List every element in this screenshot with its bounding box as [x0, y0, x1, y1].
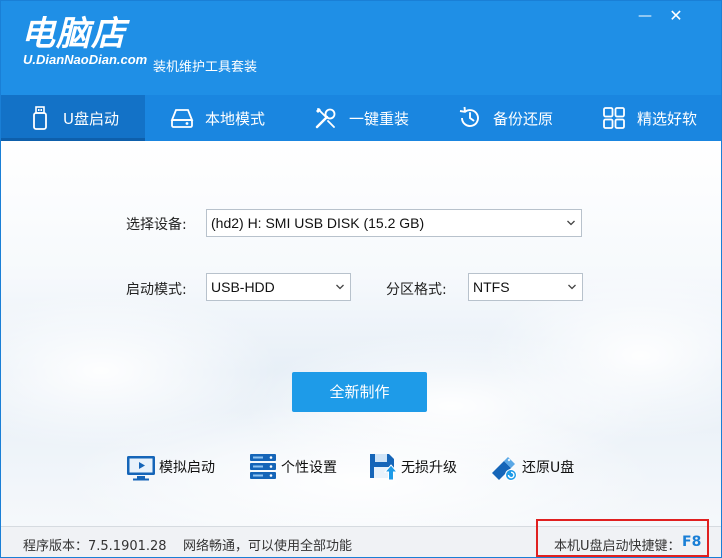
- server-settings-icon: [247, 451, 279, 483]
- usb-restore-icon: [488, 451, 520, 483]
- tool-label: 个性设置: [281, 460, 337, 476]
- hotkey-highlight-box: [536, 519, 709, 557]
- nav-tab-label: 精选好软: [636, 109, 697, 128]
- floppy-upgrade-icon: [367, 451, 399, 483]
- suite-title: 装机维护工具套装: [153, 60, 258, 75]
- create-new-button[interactable]: 全新制作: [292, 372, 427, 412]
- partition-format-select-value: NTFS: [473, 279, 510, 295]
- device-label: 选择设备:: [126, 217, 187, 233]
- nav-tab-label: 一键重装: [348, 109, 409, 128]
- lossless-upgrade-button[interactable]: 无损升级: [367, 451, 457, 483]
- boot-mode-select-value: USB-HDD: [211, 279, 275, 295]
- tool-label: 还原U盘: [522, 460, 575, 476]
- hard-disk-icon: [169, 105, 195, 131]
- chevron-down-icon: [336, 284, 344, 290]
- main-nav: U盘启动 本地模式 一键重装 备份还原 精选好软: [1, 95, 721, 141]
- personalize-button[interactable]: 个性设置: [247, 451, 337, 483]
- grid-icon: [601, 105, 627, 131]
- restore-icon: [457, 105, 483, 131]
- boot-mode-label: 启动模式:: [126, 282, 187, 298]
- app-logo: 电脑店 U.DianNaoDian.com: [21, 15, 147, 67]
- chevron-down-icon: [568, 284, 576, 290]
- tool-label: 模拟启动: [159, 460, 215, 476]
- app-header: 电脑店 U.DianNaoDian.com 装机维护工具套装 — ✕: [1, 1, 721, 95]
- restore-usb-button[interactable]: 还原U盘: [488, 451, 574, 483]
- device-select[interactable]: (hd2) H: SMI USB DISK (15.2 GB): [206, 209, 582, 237]
- partition-format-select[interactable]: NTFS: [468, 273, 583, 301]
- app-window: 电脑店 U.DianNaoDian.com 装机维护工具套装 — ✕ U盘启动 …: [0, 0, 722, 558]
- nav-tab-local-mode[interactable]: 本地模式: [145, 95, 289, 141]
- simulate-boot-button[interactable]: 模拟启动: [125, 451, 215, 483]
- network-status: 网络畅通，可以使用全部功能: [183, 539, 353, 554]
- nav-tab-usb-boot[interactable]: U盘启动: [1, 95, 145, 141]
- monitor-icon: [125, 451, 157, 483]
- minimize-button[interactable]: —: [635, 7, 655, 25]
- logo-main-text: 电脑店: [21, 14, 126, 54]
- chevron-down-icon: [567, 220, 575, 226]
- nav-tab-backup-restore[interactable]: 备份还原: [433, 95, 577, 141]
- tools-icon: [313, 105, 339, 131]
- nav-tab-label: 本地模式: [204, 109, 265, 128]
- nav-tab-label: 备份还原: [492, 109, 553, 128]
- usb-drive-icon: [27, 105, 53, 131]
- boot-mode-select[interactable]: USB-HDD: [206, 273, 351, 301]
- device-select-value: (hd2) H: SMI USB DISK (15.2 GB): [211, 215, 425, 231]
- tool-label: 无损升级: [401, 460, 457, 476]
- close-button[interactable]: ✕: [666, 7, 686, 25]
- partition-format-label: 分区格式:: [386, 282, 447, 298]
- program-version: 程序版本：7.5.1901.28: [23, 539, 167, 554]
- nav-tab-featured-software[interactable]: 精选好软: [577, 95, 721, 141]
- nav-tab-one-click-reinstall[interactable]: 一键重装: [289, 95, 433, 141]
- nav-tab-label: U盘启动: [63, 109, 119, 128]
- logo-sub-text: U.DianNaoDian.com: [23, 52, 148, 67]
- main-panel: 选择设备: (hd2) H: SMI USB DISK (15.2 GB) 启动…: [1, 141, 721, 526]
